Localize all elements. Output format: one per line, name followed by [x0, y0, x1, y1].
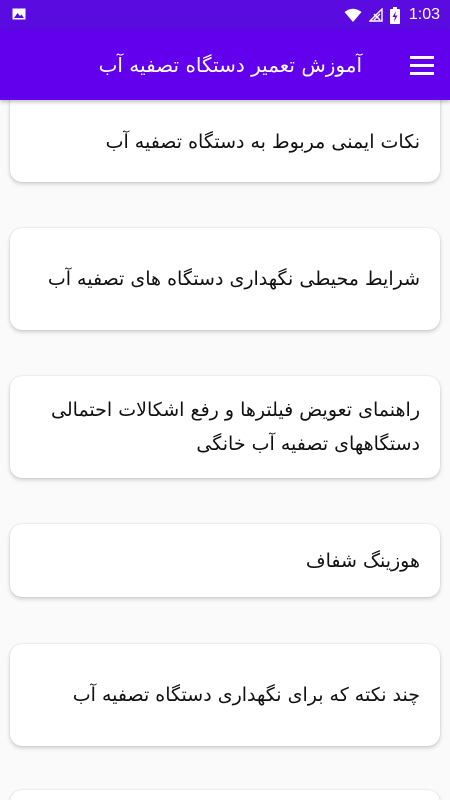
hamburger-menu-icon[interactable] — [408, 52, 436, 78]
status-time: 1:03 — [408, 6, 440, 23]
list-item[interactable]: راهنمای تعویض فیلترها و رفع اشکالات احتم… — [10, 376, 440, 478]
image-icon — [12, 8, 26, 20]
wifi-icon — [344, 8, 362, 22]
page-title: آموزش تعمیر دستگاه تصفیه آب — [98, 53, 362, 77]
app-bar: آموزش تعمیر دستگاه تصفیه آب — [0, 30, 450, 100]
list-item-label: شرایط محیطی نگهداری دستگاه های تصفیه آب — [47, 268, 420, 290]
list-item-label: هوزینگ شفاف — [305, 549, 420, 572]
list-item[interactable]: نکات ایمنی مربوط به دستگاه تصفیه آب — [10, 100, 440, 182]
list-item[interactable] — [10, 790, 440, 800]
signal-icon — [368, 8, 383, 22]
list-item-label: راهنمای تعویض فیلترها و رفع اشکالات احتم… — [51, 399, 420, 455]
status-bar: 1:03 — [0, 0, 450, 30]
battery-charging-icon — [389, 6, 400, 24]
list-item-label: چند نکته که برای نگهداری دستگاه تصفیه آب — [72, 684, 420, 706]
item-list[interactable]: نکات ایمنی مربوط به دستگاه تصفیه آب شرای… — [0, 100, 450, 800]
list-item[interactable]: هوزینگ شفاف — [10, 524, 440, 597]
list-item[interactable]: چند نکته که برای نگهداری دستگاه تصفیه آب — [10, 644, 440, 746]
list-item[interactable]: شرایط محیطی نگهداری دستگاه های تصفیه آب — [10, 228, 440, 330]
list-item-label: نکات ایمنی مربوط به دستگاه تصفیه آب — [105, 131, 420, 153]
